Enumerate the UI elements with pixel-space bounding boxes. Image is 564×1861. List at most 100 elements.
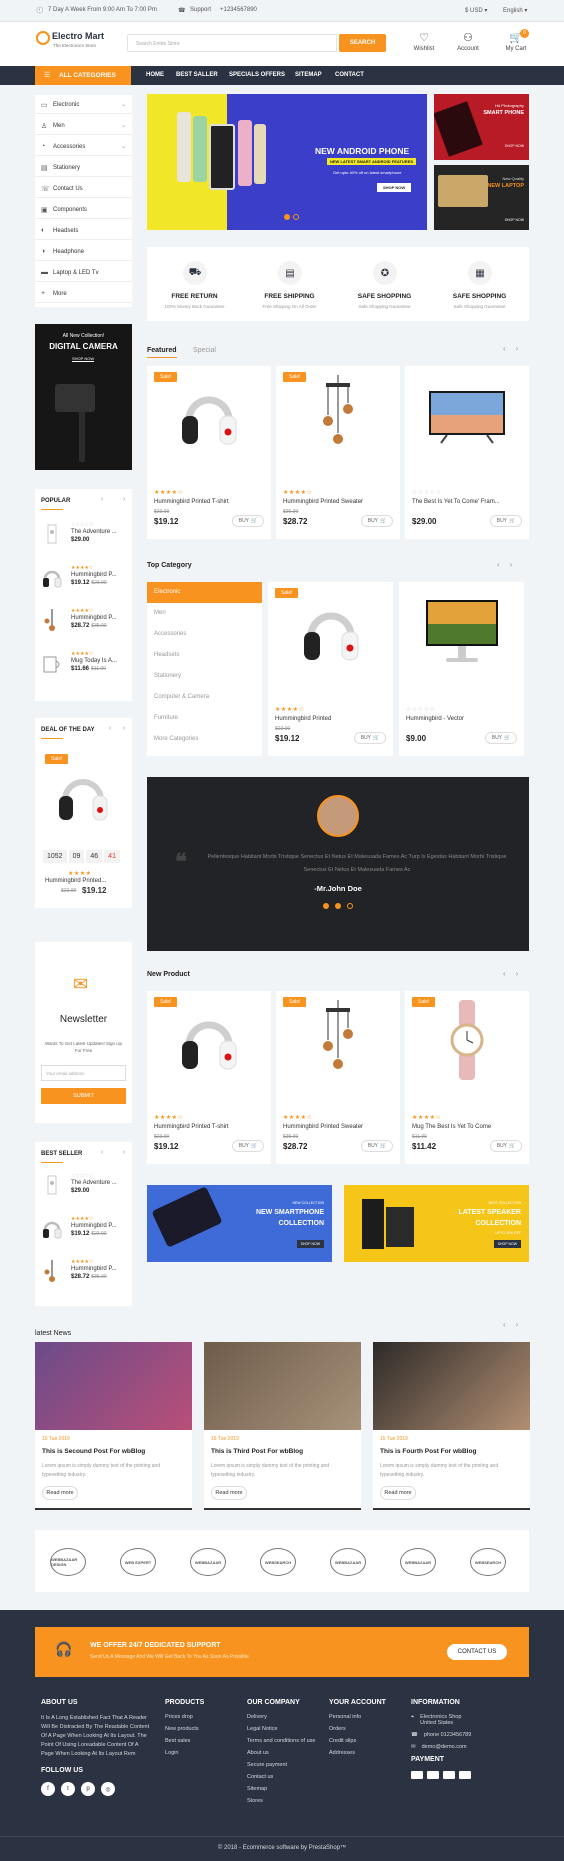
deal-product-name[interactable]: Hummingbird Printed... — [45, 878, 106, 884]
logo-title[interactable]: Electro Mart — [52, 31, 104, 41]
footer-link[interactable]: Login — [165, 1750, 235, 1756]
product-card[interactable]: ☆☆☆☆☆ The Best Is Yet To Come' Fram... $29… — [405, 366, 529, 539]
hero-shop-button[interactable]: SHOP NOW — [377, 183, 412, 192]
buy-button[interactable]: BUY 🛒 — [490, 515, 522, 527]
product-name[interactable]: Hummingbird Printed Sweater — [283, 499, 363, 505]
topcat-carousel-arrows[interactable]: ‹› — [497, 560, 522, 569]
newproduct-carousel-arrows[interactable]: ‹› — [503, 969, 528, 978]
product-card[interactable]: Sale! ★★★★☆ Hummingbird Printed Sweater $35… — [276, 366, 400, 539]
search-input[interactable]: Search Entire Store — [127, 34, 337, 52]
banner-button[interactable]: SHOP NOW — [296, 1240, 324, 1248]
laptop-banner[interactable]: New Quality NEW LAPTOP SHOP NOW — [434, 165, 529, 230]
list-item[interactable]: ★★★★☆ Hummingbird P... $28.72 $35.90 — [35, 1256, 132, 1294]
product-card[interactable]: Sale! ★★★★☆ Hummingbird Printed T-shirt $23… — [147, 991, 271, 1164]
buy-button[interactable]: BUY 🛒 — [232, 1140, 264, 1152]
buy-button[interactable]: BUY 🛒 — [361, 515, 393, 527]
footer-link[interactable]: About us — [247, 1750, 323, 1756]
tab-special[interactable]: Special — [193, 347, 216, 354]
footer-link[interactable]: Best sales — [165, 1738, 235, 1744]
product-card[interactable]: Sale! ★★★★☆ Hummingbird Printed $23.90 $19.1… — [268, 582, 393, 756]
footer-link[interactable]: Terms and conditions of use — [247, 1738, 323, 1744]
read-more-button[interactable]: Read more — [42, 1486, 78, 1500]
list-item[interactable]: ★★★★☆ Mug Today Is A... $11.66 $11.90 — [35, 648, 132, 686]
list-item[interactable]: ☆☆☆☆☆ The Adventure ... $29.00 — [35, 519, 132, 557]
nav-specials[interactable]: SPECIALS OFFERS — [229, 72, 285, 78]
news-card[interactable]: 15 Tue 2019 This is Secound Post For wbBl… — [35, 1342, 192, 1510]
slider-dot[interactable] — [323, 903, 329, 909]
footer-email[interactable]: demo@demo.com — [422, 1744, 467, 1750]
product-card[interactable]: Sale! ★★★★☆ Hummingbird Printed Sweater $35… — [276, 991, 400, 1164]
topcat-item[interactable]: Electronic — [147, 582, 262, 603]
language-select[interactable]: English ▾ — [503, 7, 527, 14]
news-image[interactable] — [35, 1342, 192, 1430]
product-name[interactable]: Hummingbird Printed T-shirt — [154, 499, 229, 505]
featured-carousel-arrows[interactable]: ‹› — [503, 344, 528, 353]
news-title[interactable]: This is Secound Post For wbBlog — [42, 1448, 145, 1455]
brand-logo[interactable]: WEBBAZAAR — [190, 1548, 226, 1576]
topcat-item[interactable]: Accessories — [147, 624, 262, 645]
brand-logo[interactable]: WEBBAZAAR DESIGN — [50, 1548, 86, 1576]
product-name[interactable]: Hummingbird P... — [71, 1223, 117, 1229]
hero-banner[interactable]: NEW ANDROID PHONE NEW LATEST SMART ANDRO… — [147, 94, 427, 230]
nav-best-saller[interactable]: BEST SALLER — [176, 72, 218, 78]
news-title[interactable]: This is Fourth Post For wbBlog — [380, 1448, 476, 1455]
news-card[interactable]: 15 Tue 2019 This is Third Post For wbBlog… — [204, 1342, 361, 1510]
buy-button[interactable]: BUY 🛒 — [361, 1140, 393, 1152]
product-image[interactable] — [405, 366, 529, 464]
footer-link[interactable]: Credit slips — [329, 1738, 401, 1744]
product-name[interactable]: Hummingbird P... — [71, 572, 117, 578]
read-more-button[interactable]: Read more — [380, 1486, 416, 1500]
camera-banner[interactable]: All New Collection! DIGITAL CAMERA SHOP … — [35, 324, 132, 470]
sidebar-category-item[interactable]: ▣ Components — [35, 200, 132, 219]
read-more-button[interactable]: Read more — [211, 1486, 247, 1500]
contact-us-button[interactable]: CONTACT US — [447, 1644, 507, 1660]
nav-home[interactable]: HOME — [146, 72, 164, 78]
footer-link[interactable]: Prices drop — [165, 1714, 235, 1720]
brand-logo[interactable]: WEBSEARCH — [470, 1548, 506, 1576]
footer-link[interactable]: Secure payment — [247, 1762, 323, 1768]
product-thumbnail[interactable] — [41, 609, 63, 633]
footer-link[interactable]: Legal Notice — [247, 1726, 323, 1732]
sidebar-category-item[interactable]: ◐ Headsets — [35, 221, 132, 240]
prev-arrow-icon[interactable]: ‹ — [101, 1149, 103, 1156]
product-name[interactable]: The Adventure ... — [71, 1180, 117, 1186]
product-image[interactable] — [399, 582, 524, 680]
product-card[interactable]: ☆☆☆☆☆ Hummingbird - Vector $9.00 BUY 🛒 — [399, 582, 524, 756]
smartphone-collection-banner[interactable]: NEW COLLECTION NEW SMARTPHONE COLLECTION… — [147, 1185, 332, 1262]
product-thumbnail[interactable] — [41, 523, 63, 547]
news-image[interactable] — [373, 1342, 530, 1430]
footer-link[interactable]: Contact us — [247, 1774, 323, 1780]
product-name[interactable]: Mug Today Is A... — [71, 658, 117, 664]
sidebar-category-item[interactable]: ☏ Contact Us — [35, 179, 132, 198]
product-name[interactable]: Hummingbird P... — [71, 615, 117, 621]
prev-arrow-icon[interactable]: ‹ — [101, 496, 103, 503]
slider-dot[interactable] — [293, 214, 299, 220]
topcat-item[interactable]: Furniture — [147, 708, 262, 729]
topcat-item[interactable]: Computer & Camera — [147, 687, 262, 708]
footer-link[interactable]: Stores — [247, 1798, 323, 1804]
product-thumbnail[interactable] — [41, 652, 63, 676]
instagram-icon[interactable]: ◎ — [101, 1782, 115, 1796]
news-carousel-arrows[interactable]: ‹› — [503, 1320, 528, 1329]
buy-button[interactable]: BUY 🛒 — [354, 732, 386, 744]
twitter-icon[interactable]: t — [61, 1782, 75, 1796]
footer-link[interactable]: Delivery — [247, 1714, 323, 1720]
buy-button[interactable]: BUY 🛒 — [232, 515, 264, 527]
product-name[interactable]: Hummingbird - Vector — [406, 716, 464, 722]
logo-icon[interactable] — [36, 31, 50, 45]
slider-dot[interactable] — [335, 903, 341, 909]
topcat-item[interactable]: Stationery — [147, 666, 262, 687]
camera-banner-button[interactable]: SHOP NOW — [72, 356, 95, 362]
product-name[interactable]: Mug The Best Is Yet To Come — [412, 1124, 491, 1130]
product-thumbnail[interactable] — [41, 1174, 63, 1198]
speaker-collection-banner[interactable]: BEST COLLECTION LATEST SPEAKER COLLECTIO… — [344, 1185, 529, 1262]
sidebar-category-item[interactable]: + More — [35, 284, 132, 303]
buy-button[interactable]: BUY 🛒 — [490, 1140, 522, 1152]
brand-logo[interactable]: WEB EXPERT — [120, 1548, 156, 1576]
tab-featured[interactable]: Featured — [147, 347, 177, 354]
topcat-item[interactable]: Headsets — [147, 645, 262, 666]
topcat-item[interactable]: More Categories — [147, 729, 262, 750]
sidebar-category-item[interactable]: ▭ Electronic ⌄ — [35, 95, 132, 114]
product-thumbnail[interactable] — [41, 1217, 63, 1241]
nav-contact[interactable]: CONTACT — [335, 72, 364, 78]
